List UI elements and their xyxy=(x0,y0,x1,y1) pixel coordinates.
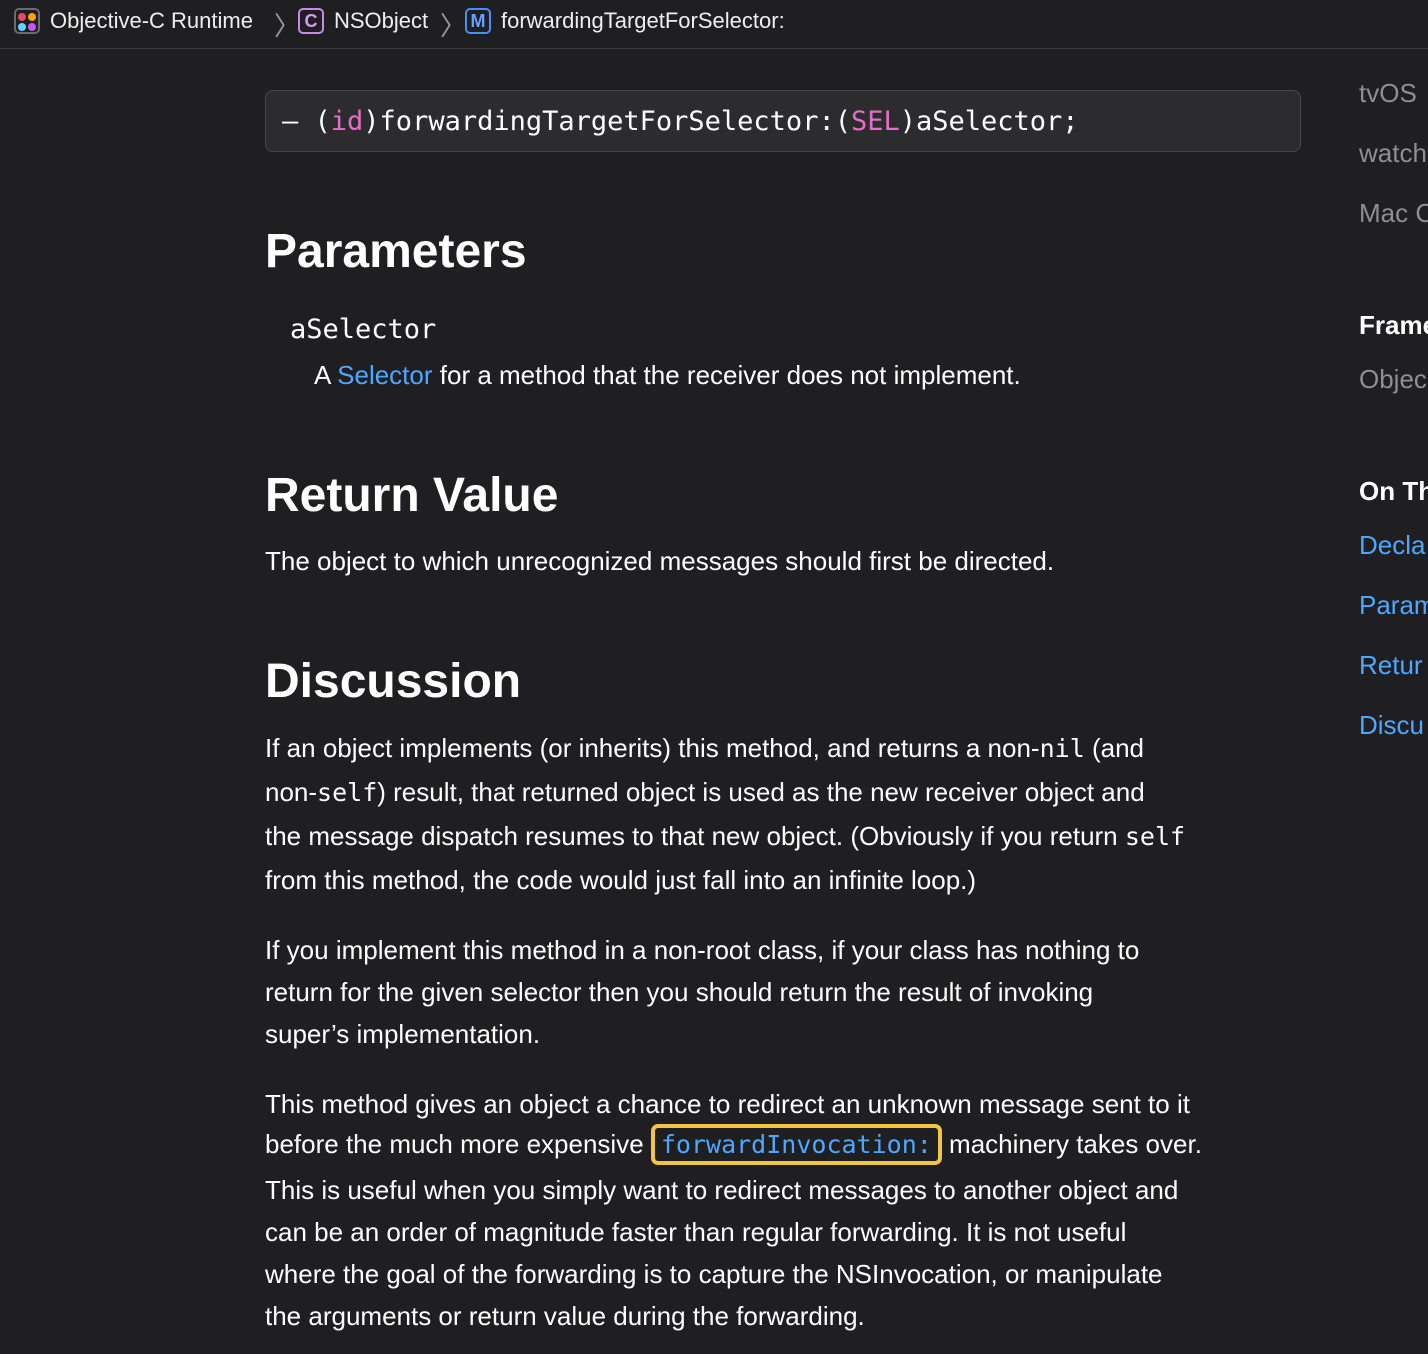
breadcrumb-label: Objective-C Runtime xyxy=(50,8,253,33)
breadcrumb-item-method[interactable]: M forwardingTargetForSelector: xyxy=(465,0,785,42)
return-value-heading: Return Value xyxy=(265,469,559,522)
platform-item: tvOS xyxy=(1359,78,1417,108)
parameter-name: aSelector xyxy=(290,314,437,345)
parameters-heading: Parameters xyxy=(265,225,527,278)
toc-link-return-value[interactable]: Retur xyxy=(1359,650,1423,681)
toc-link-discussion[interactable]: Discu xyxy=(1359,710,1424,741)
toc-link-declaration[interactable]: Decla xyxy=(1359,530,1425,561)
toc-link-parameters[interactable]: Param xyxy=(1359,590,1428,621)
platform-item: Mac C xyxy=(1359,198,1428,228)
return-value-text: The object to which unrecognized message… xyxy=(265,546,1055,576)
class-icon: C xyxy=(298,8,324,34)
parameter-description: A Selector for a method that the receive… xyxy=(314,360,1021,390)
forward-invocation-link[interactable]: forwardInvocation: xyxy=(650,1124,942,1165)
declaration-code: – (id)forwardingTargetForSelector:(SEL)a… xyxy=(265,90,1301,152)
breadcrumb: Objective-C Runtime 〉 C NSObject 〉 M for… xyxy=(0,0,1428,49)
method-icon: M xyxy=(465,8,491,34)
framework-heading: Frame xyxy=(1359,310,1428,340)
breadcrumb-item-framework[interactable]: Objective-C Runtime xyxy=(14,0,253,42)
chevron-right-icon: 〉 xyxy=(274,11,301,41)
discussion-heading: Discussion xyxy=(265,655,522,708)
breadcrumb-item-class[interactable]: C NSObject xyxy=(298,0,428,42)
chevron-right-icon: 〉 xyxy=(440,11,467,41)
framework-value[interactable]: Objec xyxy=(1359,364,1427,395)
platform-item: watch xyxy=(1359,138,1427,168)
framework-icon xyxy=(14,8,40,34)
on-this-page-heading: On Th xyxy=(1359,476,1428,506)
breadcrumb-label: forwardingTargetForSelector: xyxy=(501,8,785,33)
breadcrumb-label: NSObject xyxy=(334,8,429,33)
param-type[interactable]: SEL xyxy=(851,106,900,137)
selector-link[interactable]: Selector xyxy=(337,360,432,390)
return-type[interactable]: id xyxy=(331,106,364,137)
